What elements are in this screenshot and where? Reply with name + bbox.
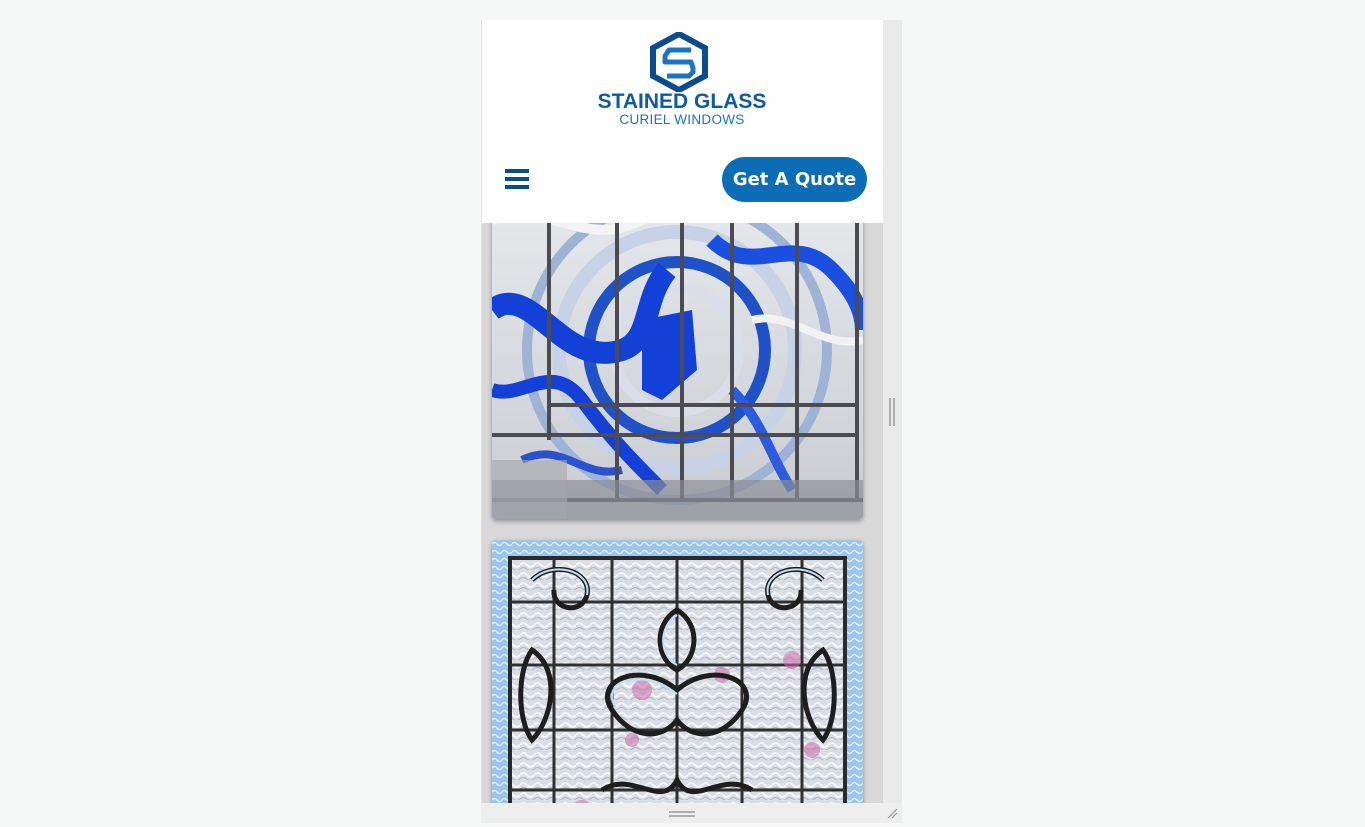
logo-subtitle: CURIEL WINDOWS	[619, 112, 745, 127]
gallery-image-beveled-window[interactable]	[492, 540, 863, 803]
resize-grip-icon	[669, 808, 898, 819]
get-a-quote-button[interactable]: Get A Quote	[722, 157, 867, 202]
mobile-preview-frame: STAINED GLASS CURIEL WINDOWS Get A Quote	[481, 20, 883, 803]
hamburger-menu-icon[interactable]	[502, 168, 532, 194]
site-header: STAINED GLASS CURIEL WINDOWS Get A Quote	[482, 20, 883, 223]
horizontal-resize-bar[interactable]	[481, 803, 902, 823]
hexagon-s-logo-icon	[650, 32, 708, 92]
vertical-resize-handle-icon[interactable]	[889, 398, 895, 426]
beveled-glass-image	[492, 540, 863, 803]
logo-title: STAINED GLASS	[597, 90, 767, 113]
site-logo[interactable]: STAINED GLASS CURIEL WINDOWS	[587, 32, 777, 128]
